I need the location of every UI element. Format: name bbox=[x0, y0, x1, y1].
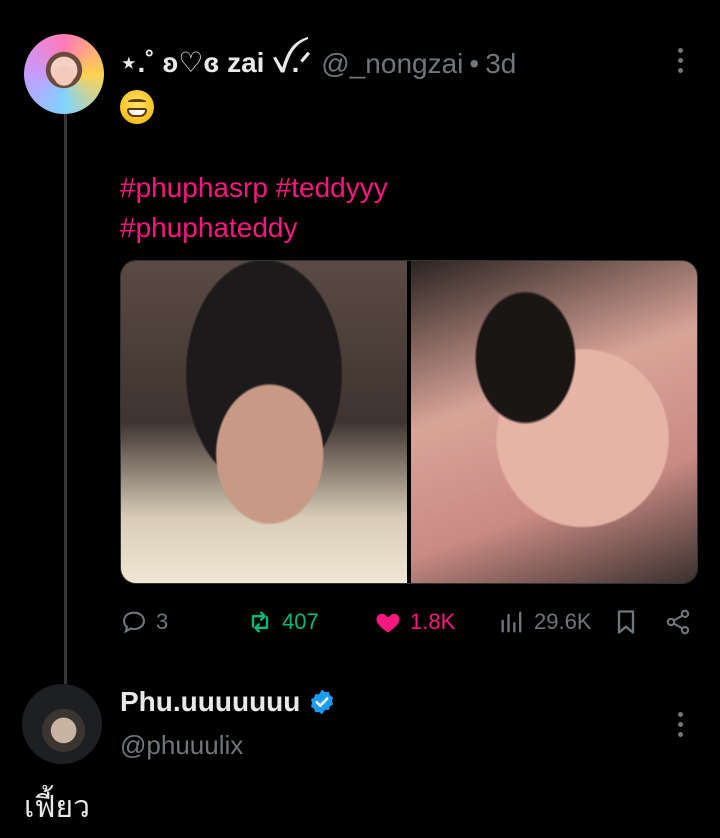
tweet-hashtags: #phuphasrp #teddyyy #phuphateddy bbox=[120, 168, 660, 248]
reply-button[interactable]: 3 bbox=[120, 608, 168, 636]
heart-icon bbox=[376, 613, 400, 633]
timestamp[interactable]: 3d bbox=[485, 48, 516, 80]
views-button[interactable]: 29.6K bbox=[498, 608, 592, 636]
retweet-button[interactable]: 407 bbox=[246, 608, 319, 636]
hashtag-line[interactable]: #phuphateddy bbox=[120, 208, 660, 248]
reply-text: เฟี้ยว bbox=[24, 791, 90, 824]
tweet-actions: 3 407 1.8K 29.6K bbox=[120, 602, 696, 642]
share-button[interactable] bbox=[664, 608, 692, 636]
bookmark-button[interactable] bbox=[612, 608, 640, 636]
reply-count: 3 bbox=[156, 609, 169, 634]
tweet-photo[interactable] bbox=[411, 261, 697, 583]
bar-chart-icon bbox=[501, 611, 522, 633]
separator: • bbox=[469, 48, 480, 79]
like-button[interactable]: 1.8K bbox=[374, 608, 455, 636]
more-options-icon[interactable] bbox=[670, 704, 690, 744]
like-count: 1.8K bbox=[410, 609, 456, 634]
share-icon bbox=[666, 609, 690, 635]
hashtag-line[interactable]: #phuphasrp #teddyyy bbox=[120, 168, 660, 208]
verified-badge-icon bbox=[311, 689, 334, 715]
display-name[interactable]: ⋆.˚ ʚ♡ɞ zai ꪜ.ᐟ bbox=[120, 35, 311, 94]
thread-connector-line bbox=[64, 112, 67, 684]
view-count: 29.6K bbox=[534, 609, 592, 634]
grinning-face-emoji-icon bbox=[120, 90, 154, 124]
reply-avatar[interactable] bbox=[22, 684, 102, 764]
tweet-photo[interactable] bbox=[121, 261, 407, 583]
reply-handle[interactable]: @phuuulix bbox=[120, 730, 243, 761]
tweet-header: ⋆.˚ ʚ♡ɞ zai ꪜ.ᐟ @_nongzai • 3d bbox=[120, 44, 516, 84]
retweet-count: 407 bbox=[282, 609, 319, 634]
reply-icon bbox=[123, 611, 145, 634]
user-handle[interactable]: @_nongzai bbox=[321, 48, 463, 80]
avatar[interactable] bbox=[24, 34, 104, 114]
reply-display-name[interactable]: Phu.uuuuuuu bbox=[120, 686, 300, 718]
reply-author: Phu.uuuuuuu bbox=[120, 686, 336, 718]
retweet-icon bbox=[251, 611, 269, 633]
bookmark-icon bbox=[617, 610, 635, 634]
media-grid bbox=[120, 260, 698, 584]
more-options-icon[interactable] bbox=[670, 40, 690, 80]
